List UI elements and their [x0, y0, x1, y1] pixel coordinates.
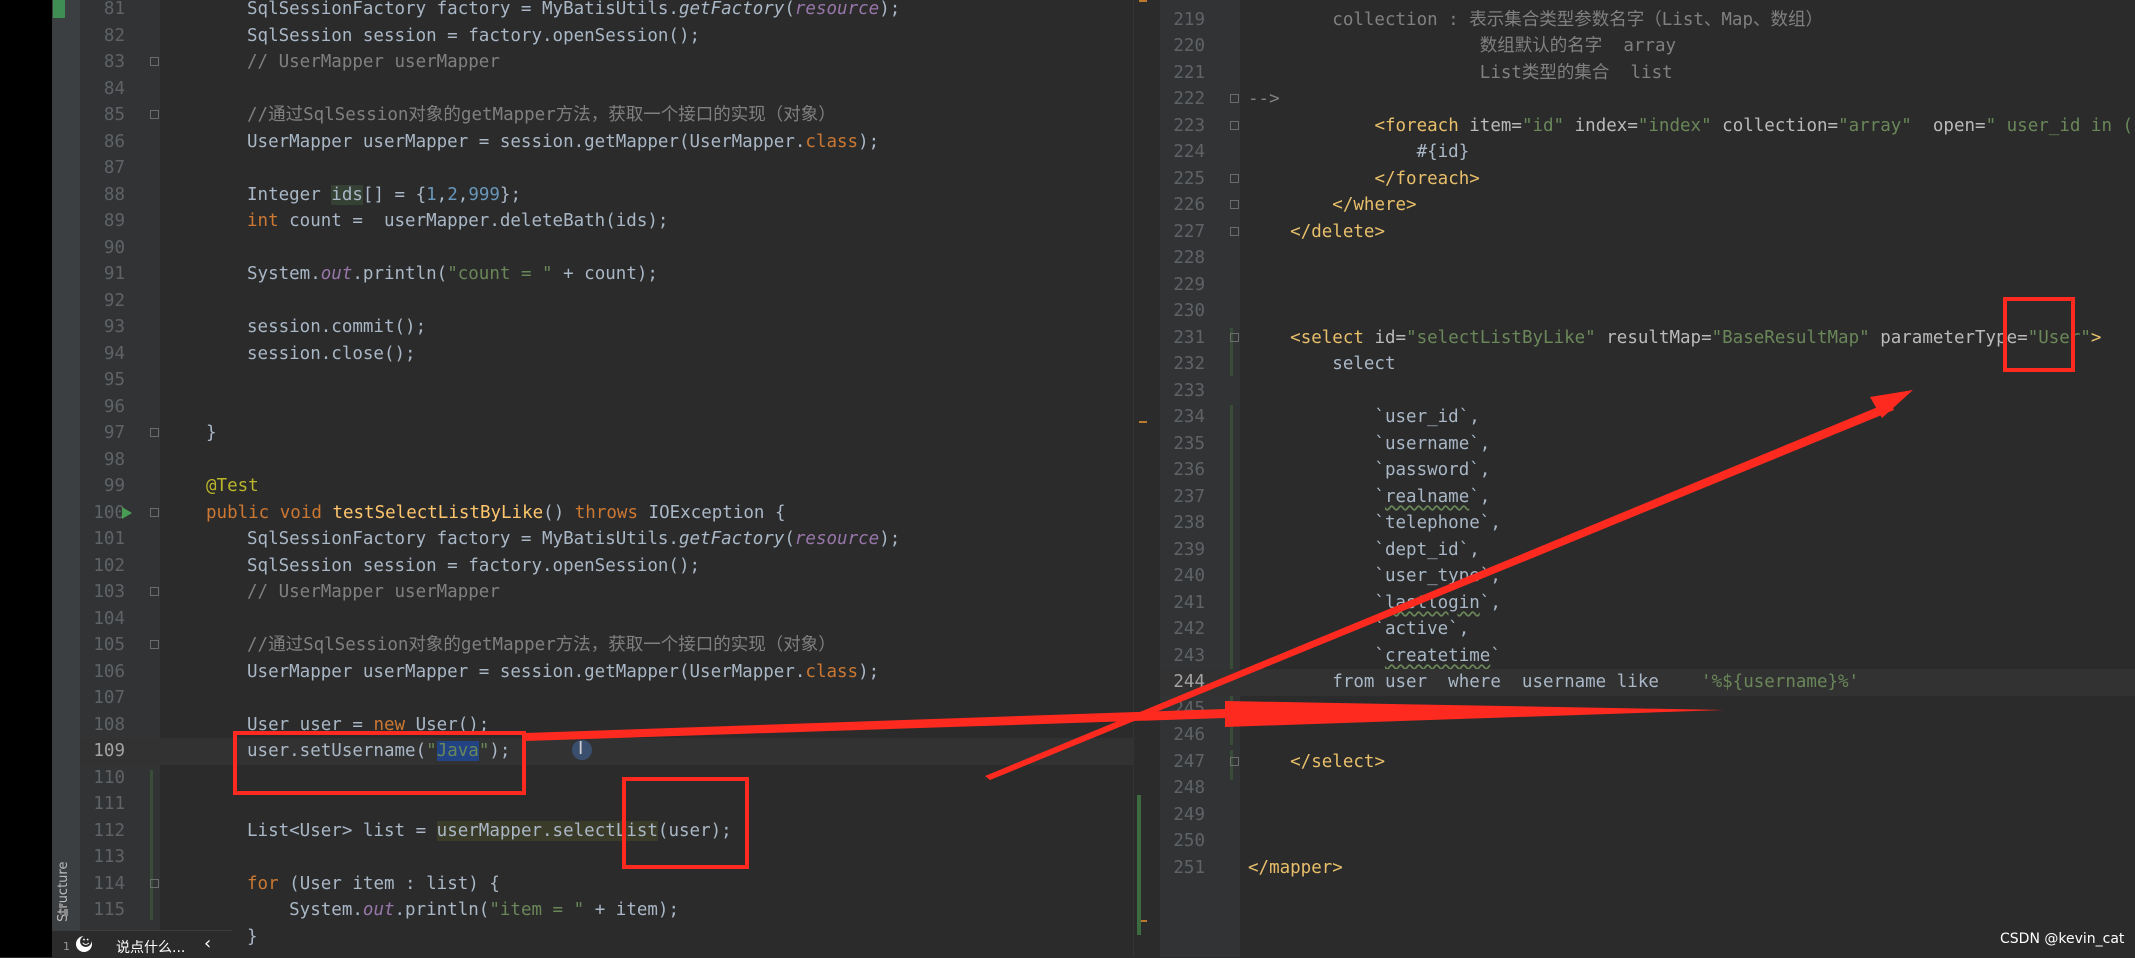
annotation-arrows: [525, 390, 1913, 780]
comment-input[interactable]: 说点什么...: [116, 937, 185, 957]
watermark: CSDN @kevin_cat: [2000, 931, 2125, 947]
smile-icon: ☻: [79, 935, 93, 950]
chevron-left-icon[interactable]: ‹: [204, 933, 211, 954]
bottom-indicator: 1: [63, 940, 70, 953]
